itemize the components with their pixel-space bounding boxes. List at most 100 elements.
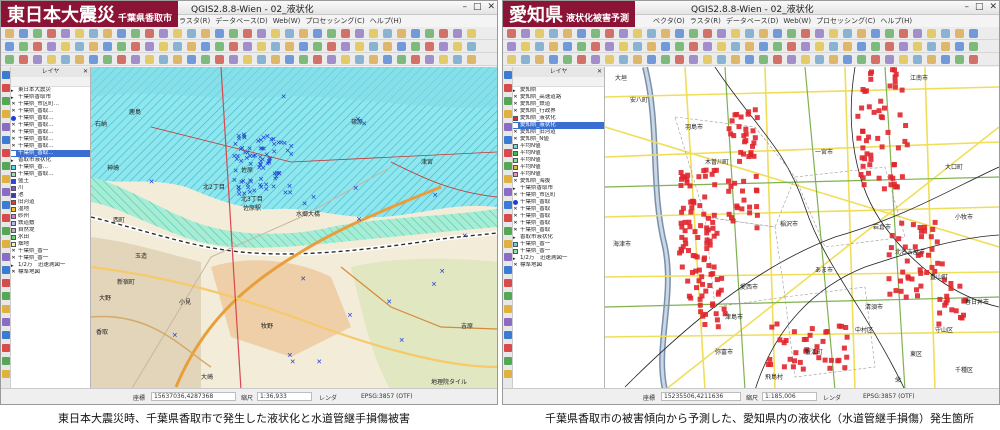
toolbar-button[interactable]	[117, 42, 126, 51]
toolbar-button[interactable]	[801, 29, 810, 38]
point-symbol-icon[interactable]	[513, 200, 518, 205]
toolbar-button[interactable]	[271, 29, 280, 38]
layer-item[interactable]: 平均N値	[513, 171, 604, 178]
toolbar-button[interactable]	[703, 29, 712, 38]
tool-button[interactable]	[2, 201, 10, 209]
toolbar-button[interactable]	[647, 42, 656, 51]
toolbar-button[interactable]	[369, 42, 378, 51]
toolbar-button[interactable]	[717, 42, 726, 51]
checkbox-icon[interactable]: ✕	[513, 263, 518, 268]
layer-item[interactable]: 旧河道	[11, 199, 90, 206]
toolbar-button[interactable]	[75, 42, 84, 51]
toolbar-button[interactable]	[843, 42, 852, 51]
toolbar-button[interactable]	[801, 55, 810, 64]
toolbar-button[interactable]	[647, 29, 656, 38]
toolbar-button[interactable]	[815, 55, 824, 64]
layer-item[interactable]: ▸ 香取市液状化	[513, 234, 604, 241]
checkbox-icon[interactable]: ✕	[11, 144, 16, 149]
toolbar-button[interactable]	[689, 42, 698, 51]
toolbar-button[interactable]	[745, 29, 754, 38]
toolbar-button[interactable]	[397, 29, 406, 38]
layer-item[interactable]: ✕ 千葉県_香取...	[11, 122, 90, 129]
close-icon[interactable]: ✕	[597, 67, 602, 77]
checkbox-icon[interactable]: ✕	[11, 270, 16, 275]
checkbox-icon[interactable]	[11, 151, 16, 156]
layer-item[interactable]: ✕ 愛知県_旧河道	[513, 129, 604, 136]
toolbar-button[interactable]	[535, 42, 544, 51]
toolbar-button[interactable]	[703, 42, 712, 51]
menu-item-database[interactable]: データベース(D)	[215, 15, 268, 27]
toolbar-button[interactable]	[927, 42, 936, 51]
layer-item[interactable]: 鉄道敷	[11, 220, 90, 227]
tool-button[interactable]	[2, 240, 10, 248]
close-button[interactable]: ✕	[989, 2, 997, 12]
layer-item[interactable]: ✕ 標準地図	[11, 269, 90, 276]
checkbox-icon[interactable]: ✕	[11, 130, 16, 135]
toolbar-button[interactable]	[633, 29, 642, 38]
toolbar-button[interactable]	[731, 42, 740, 51]
crs-button[interactable]: EPSG:3857 (OTF)	[361, 393, 413, 400]
menu-item-vector[interactable]: ベクタ(O)	[653, 15, 685, 27]
toolbar-button[interactable]	[229, 29, 238, 38]
toolbar-button[interactable]	[243, 42, 252, 51]
toolbar-button[interactable]	[521, 29, 530, 38]
group-expander-icon[interactable]: ▸	[513, 256, 518, 262]
layer-item[interactable]: 畑地	[11, 241, 90, 248]
group-expander-icon[interactable]: ▸	[11, 88, 16, 94]
scale-field[interactable]: 1:36,933	[257, 392, 312, 401]
toolbar-button[interactable]	[173, 29, 182, 38]
tool-button[interactable]	[2, 84, 10, 92]
legend-swatch-icon[interactable]	[11, 165, 16, 170]
checkbox-icon[interactable]: ✕	[513, 109, 518, 114]
toolbar-button[interactable]	[75, 55, 84, 64]
toolbar-button[interactable]	[341, 42, 350, 51]
layer-item[interactable]: 平均N値	[513, 164, 604, 171]
toolbar-button[interactable]	[117, 55, 126, 64]
toolbar-button[interactable]	[439, 42, 448, 51]
tool-button[interactable]	[2, 214, 10, 222]
toolbar-button[interactable]	[689, 29, 698, 38]
layer-item[interactable]: ✕ 千葉県_市区町	[513, 192, 604, 199]
checkbox-icon[interactable]	[513, 123, 518, 128]
maximize-button[interactable]: □	[473, 2, 482, 12]
toolbar-button[interactable]	[313, 42, 322, 51]
toolbar-button[interactable]	[313, 55, 322, 64]
toolbar-button[interactable]	[145, 55, 154, 64]
toolbar-button[interactable]	[619, 29, 628, 38]
toolbar-button[interactable]	[745, 55, 754, 64]
toolbar-button[interactable]	[619, 42, 628, 51]
toolbar-button[interactable]	[871, 29, 880, 38]
layer-item[interactable]: 千葉県_香取	[513, 199, 604, 206]
toolbar-button[interactable]	[215, 55, 224, 64]
toolbar-button[interactable]	[815, 42, 824, 51]
checkbox-icon[interactable]: ✕	[11, 256, 16, 261]
toolbar-button[interactable]	[605, 29, 614, 38]
tool-button[interactable]	[2, 292, 10, 300]
tool-button[interactable]	[504, 266, 512, 274]
toolbar-button[interactable]	[941, 29, 950, 38]
menu-item-processing[interactable]: プロセッシング(C)	[305, 15, 364, 27]
toolbar-button[interactable]	[173, 55, 182, 64]
menu-item-raster[interactable]: ラスタ(R)	[179, 15, 210, 27]
toolbar-button[interactable]	[355, 42, 364, 51]
legend-swatch-icon[interactable]	[11, 207, 16, 212]
tool-button[interactable]	[504, 188, 512, 196]
tool-button[interactable]	[504, 253, 512, 261]
toolbar-button[interactable]	[591, 29, 600, 38]
tool-button[interactable]	[504, 318, 512, 326]
layer-item[interactable]: ✕ 千葉県_香取	[513, 213, 604, 220]
toolbar-button[interactable]	[773, 29, 782, 38]
menu-item-raster[interactable]: ラスタ(R)	[690, 15, 721, 27]
checkbox-icon[interactable]: ✕	[513, 193, 518, 198]
toolbar-button[interactable]	[159, 29, 168, 38]
toolbar-button[interactable]	[955, 42, 964, 51]
layer-item[interactable]: ✕ 愛知県_鉄道	[513, 101, 604, 108]
toolbar-button[interactable]	[563, 42, 572, 51]
toolbar-button[interactable]	[299, 55, 308, 64]
toolbar-button[interactable]	[383, 29, 392, 38]
menu-item-web[interactable]: Web(W)	[273, 15, 301, 27]
toolbar-button[interactable]	[619, 55, 628, 64]
toolbar-button[interactable]	[829, 42, 838, 51]
layer-item[interactable]: ✕ 千葉県_香取...	[11, 143, 90, 150]
layer-item[interactable]: 湿地	[11, 206, 90, 213]
